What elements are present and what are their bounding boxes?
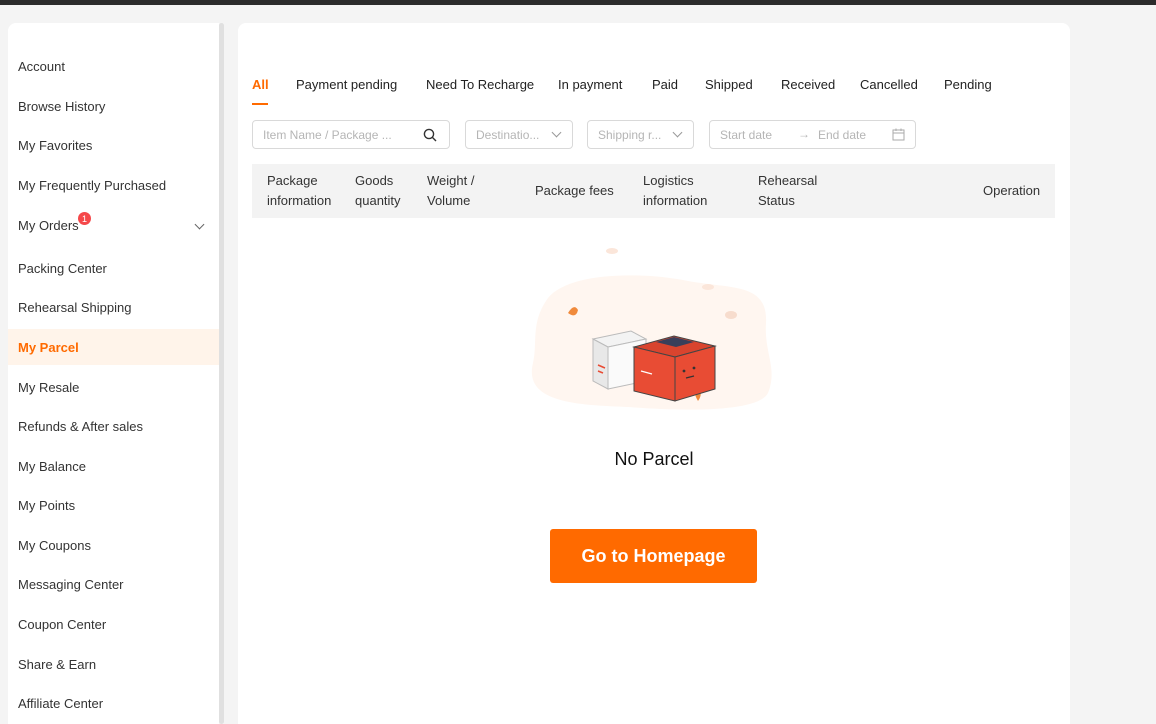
sidebar-item-account[interactable]: Account — [8, 48, 219, 84]
tab-paid[interactable]: Paid — [652, 77, 678, 92]
sidebar-item-my-points[interactable]: My Points — [8, 487, 219, 523]
orders-count-badge: 1 — [78, 212, 91, 225]
empty-parcel-illustration — [531, 248, 772, 410]
column-header-line: Logistics — [643, 173, 694, 188]
column-header-package-fees: Package fees — [535, 181, 614, 201]
sidebar-item-my-balance[interactable]: My Balance — [8, 448, 219, 484]
sidebar-item-refunds[interactable]: Refunds & After sales — [8, 408, 219, 444]
column-header-line: Package — [267, 173, 318, 188]
column-header-line: information — [643, 193, 708, 208]
sidebar-item-my-orders[interactable]: My Orders 1 — [8, 207, 219, 243]
sidebar-item-label: Account — [18, 58, 65, 74]
active-tab-indicator — [252, 103, 268, 105]
sidebar-item-my-resale[interactable]: My Resale — [8, 369, 219, 405]
search-placeholder: Item Name / Package ... — [263, 127, 392, 142]
go-to-homepage-button[interactable]: Go to Homepage — [550, 529, 757, 583]
tab-payment-pending[interactable]: Payment pending — [296, 77, 397, 92]
column-header-line: Rehearsal — [758, 173, 818, 188]
column-header-line: Weight / — [427, 173, 475, 188]
parcel-panel: All Payment pending Need To Recharge In … — [238, 23, 1070, 724]
sidebar-item-label: Packing Center — [18, 260, 107, 276]
calendar-icon — [892, 128, 905, 141]
sidebar-item-label: My Orders — [18, 217, 79, 233]
sidebar-scrollbar[interactable] — [219, 23, 224, 724]
sidebar-item-label: My Points — [18, 497, 76, 513]
destination-select[interactable]: Destinatio... — [465, 120, 573, 149]
sidebar-item-frequently-purchased[interactable]: My Frequently Purchased — [8, 167, 219, 203]
column-header-weight-volume: Weight / Volume — [427, 171, 474, 211]
sidebar-item-my-parcel[interactable]: My Parcel — [8, 329, 219, 365]
column-header-line: Volume — [427, 193, 471, 208]
sidebar-item-label: Coupon Center — [18, 616, 107, 632]
arrow-right-icon: → — [798, 127, 810, 141]
search-input[interactable]: Item Name / Package ... — [252, 120, 450, 149]
sidebar-item-label: My Resale — [18, 379, 80, 395]
table-header: Package information Goods quantity Weigh… — [252, 164, 1055, 218]
chevron-down-icon — [672, 127, 683, 138]
top-bar — [0, 0, 1156, 5]
date-range-picker[interactable]: Start date → End date — [709, 120, 916, 149]
column-header-package-information: Package information — [267, 171, 331, 211]
sidebar-item-packing-center[interactable]: Packing Center — [8, 250, 219, 286]
sidebar-item-share-earn[interactable]: Share & Earn — [8, 646, 219, 682]
shipping-placeholder: Shipping r... — [598, 127, 662, 142]
sidebar-item-label: Refunds & After sales — [18, 418, 144, 434]
column-header-line: information — [267, 193, 332, 208]
end-date-placeholder: End date — [818, 128, 867, 142]
tab-pending[interactable]: Pending — [944, 77, 992, 92]
sidebar-item-label: Messaging Center — [18, 576, 124, 592]
column-header-line: quantity — [355, 193, 401, 208]
start-date-placeholder: Start date — [720, 127, 773, 142]
sidebar-item-coupon-center[interactable]: Coupon Center — [8, 606, 219, 642]
tab-cancelled[interactable]: Cancelled — [860, 77, 918, 92]
tab-need-to-recharge[interactable]: Need To Recharge — [426, 77, 534, 92]
sidebar-item-rehearsal-shipping[interactable]: Rehearsal Shipping — [8, 289, 219, 325]
sidebar-item-my-favorites[interactable]: My Favorites — [8, 127, 219, 163]
sidebar-item-label: Browse History — [18, 98, 106, 114]
column-header-rehearsal-status: Rehearsal Status — [758, 171, 817, 211]
sidebar-item-affiliate-center[interactable]: Affiliate Center — [8, 685, 219, 721]
sidebar-item-messaging-center[interactable]: Messaging Center — [8, 566, 219, 602]
sidebar: Account Browse History My Favorites My F… — [8, 23, 219, 724]
search-icon[interactable] — [423, 128, 437, 142]
column-header-operation: Operation — [983, 181, 1040, 201]
empty-state-message: No Parcel — [614, 449, 694, 469]
tab-received[interactable]: Received — [781, 77, 835, 92]
tab-all[interactable]: All — [252, 77, 269, 92]
column-header-line: Package fees — [535, 183, 614, 198]
sidebar-item-label: My Parcel — [18, 339, 79, 355]
column-header-line: Status — [758, 193, 795, 208]
tab-shipped[interactable]: Shipped — [705, 77, 753, 92]
sidebar-item-label: Share & Earn — [18, 656, 97, 672]
sidebar-item-label: My Coupons — [18, 537, 91, 553]
column-header-line: Goods — [355, 173, 394, 188]
sidebar-item-label: Rehearsal Shipping — [18, 299, 132, 315]
sidebar-item-label: Affiliate Center — [18, 695, 104, 711]
shipping-route-select[interactable]: Shipping r... — [587, 120, 694, 149]
sidebar-item-my-coupons[interactable]: My Coupons — [8, 527, 219, 563]
column-header-line: Operation — [983, 183, 1041, 198]
sidebar-item-label: My Balance — [18, 458, 86, 474]
sidebar-item-label: My Frequently Purchased — [18, 177, 167, 193]
chevron-down-icon — [551, 127, 562, 138]
sidebar-item-label: My Favorites — [18, 137, 93, 153]
chevron-down-icon[interactable] — [194, 219, 205, 230]
column-header-goods-quantity: Goods quantity — [355, 171, 401, 211]
column-header-logistics-information: Logistics information — [643, 171, 707, 211]
sidebar-item-browse-history[interactable]: Browse History — [8, 88, 219, 124]
tab-in-payment[interactable]: In payment — [558, 77, 622, 92]
destination-placeholder: Destinatio... — [476, 127, 540, 142]
